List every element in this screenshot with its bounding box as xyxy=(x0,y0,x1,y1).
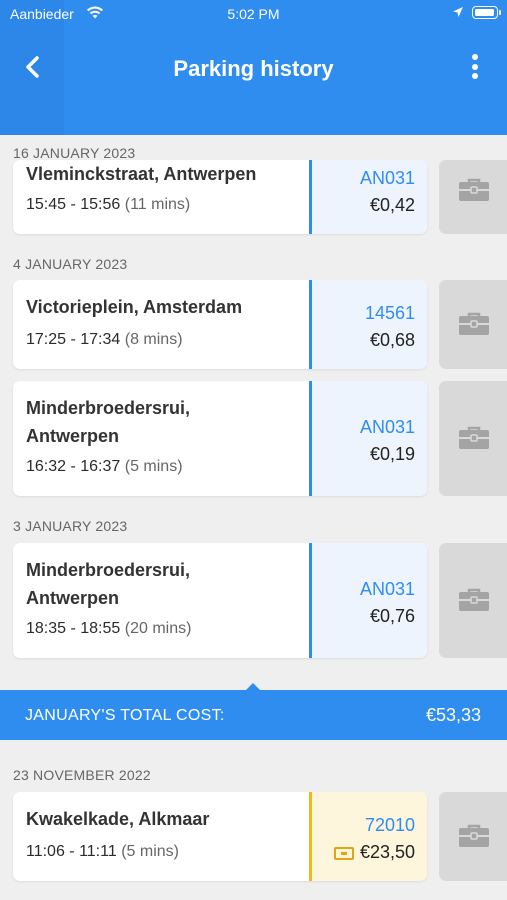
ticket-icon xyxy=(333,846,354,860)
clock: 5:02 PM xyxy=(227,6,280,22)
session-cost: €23,50 xyxy=(333,842,415,863)
month-total-bar: JANUARY'S TOTAL COST: €53,33 xyxy=(0,690,507,740)
session-summary: 72010 €23,50 xyxy=(309,792,427,881)
business-toggle[interactable] xyxy=(439,381,507,496)
session-times: 15:45 - 15:56 (11 mins) xyxy=(26,196,190,214)
briefcase-icon xyxy=(459,312,489,335)
session-time-range: 15:45 - 15:56 xyxy=(26,196,121,213)
business-toggle[interactable] xyxy=(439,160,507,234)
page-title: Parking history xyxy=(173,56,334,81)
app-header: Aanbieder 5:02 PM Parking history xyxy=(0,0,507,135)
date-header: 3 JANUARY 2023 xyxy=(13,518,128,534)
session-time-range: 11:06 - 11:11 xyxy=(26,843,117,860)
session-location-line: Minderbroedersrui, xyxy=(26,560,191,580)
session-time-range: 18:35 - 18:55 xyxy=(26,620,121,637)
date-header: 16 JANUARY 2023 xyxy=(13,145,136,161)
session-cost: €0,42 xyxy=(369,195,415,215)
date-header: 4 JANUARY 2023 xyxy=(13,256,128,272)
session-duration: (5 mins) xyxy=(124,458,183,475)
session-location-line: Antwerpen xyxy=(26,588,120,608)
briefcase-icon xyxy=(459,588,489,611)
month-total-label: JANUARY'S TOTAL COST: xyxy=(25,707,225,724)
session-location: Victorieplein, Amsterdam xyxy=(26,297,243,317)
parking-session-card[interactable]: Minderbroedersrui, Antwerpen 18:35 - 18:… xyxy=(13,543,427,658)
session-duration: (11 mins) xyxy=(124,196,191,213)
session-times: 17:25 - 17:34 (8 mins) xyxy=(26,331,183,349)
business-toggle[interactable] xyxy=(439,543,507,658)
session-cost-value: €23,50 xyxy=(359,842,415,862)
business-toggle[interactable] xyxy=(439,280,507,369)
session-location: Vleminckstraat, Antwerpen xyxy=(26,164,257,184)
session-location: Minderbroedersrui, Antwerpen xyxy=(26,394,190,450)
session-location-line: Minderbroedersrui, xyxy=(26,398,191,418)
session-summary: AN031 €0,76 xyxy=(309,543,427,658)
status-bar: Aanbieder 5:02 PM xyxy=(0,0,507,28)
briefcase-icon xyxy=(459,178,489,201)
zone-code: AN031 xyxy=(359,168,415,188)
date-header: 23 NOVEMBER 2022 xyxy=(13,767,151,783)
session-duration: (5 mins) xyxy=(121,843,179,860)
zone-code: AN031 xyxy=(359,579,415,599)
session-cost: €0,76 xyxy=(369,606,415,626)
session-summary: AN031 €0,42 xyxy=(309,160,427,234)
parking-session-card[interactable]: Minderbroedersrui, Antwerpen 16:32 - 16:… xyxy=(13,381,427,496)
zone-code: 72010 xyxy=(364,815,415,835)
briefcase-icon xyxy=(459,824,489,847)
session-times: 11:06 - 11:11 (5 mins) xyxy=(26,843,179,861)
session-summary: AN031 €0,19 xyxy=(309,381,427,496)
session-time-range: 17:25 - 17:34 xyxy=(26,331,121,348)
session-times: 16:32 - 16:37 (5 mins) xyxy=(26,458,183,476)
session-cost: €0,68 xyxy=(369,330,415,350)
total-pointer xyxy=(246,683,260,690)
business-toggle[interactable] xyxy=(439,792,507,881)
session-cost: €0,19 xyxy=(369,444,415,464)
more-vertical-icon[interactable] xyxy=(465,54,485,84)
parking-session-card[interactable]: Victorieplein, Amsterdam 17:25 - 17:34 (… xyxy=(13,280,427,369)
parking-session-card[interactable]: Vleminckstraat, Antwerpen 15:45 - 15:56 … xyxy=(13,160,427,234)
session-location: Kwakelkade, Alkmaar xyxy=(26,809,210,829)
session-location-line: Antwerpen xyxy=(26,426,120,446)
session-duration: (8 mins) xyxy=(124,331,183,348)
month-total-value: €53,33 xyxy=(425,705,481,725)
session-location: Minderbroedersrui, Antwerpen xyxy=(26,556,190,612)
parking-session-card[interactable]: Kwakelkade, Alkmaar 11:06 - 11:11 (5 min… xyxy=(13,792,427,881)
zone-code: 14561 xyxy=(364,303,415,323)
session-summary: 14561 €0,68 xyxy=(309,280,427,369)
zone-code: AN031 xyxy=(359,417,415,437)
location-arrow-icon xyxy=(453,7,463,17)
session-times: 18:35 - 18:55 (20 mins) xyxy=(26,620,191,638)
briefcase-icon xyxy=(459,426,489,449)
session-duration: (20 mins) xyxy=(124,620,192,637)
battery-icon xyxy=(472,6,501,19)
session-time-range: 16:32 - 16:37 xyxy=(26,458,121,475)
